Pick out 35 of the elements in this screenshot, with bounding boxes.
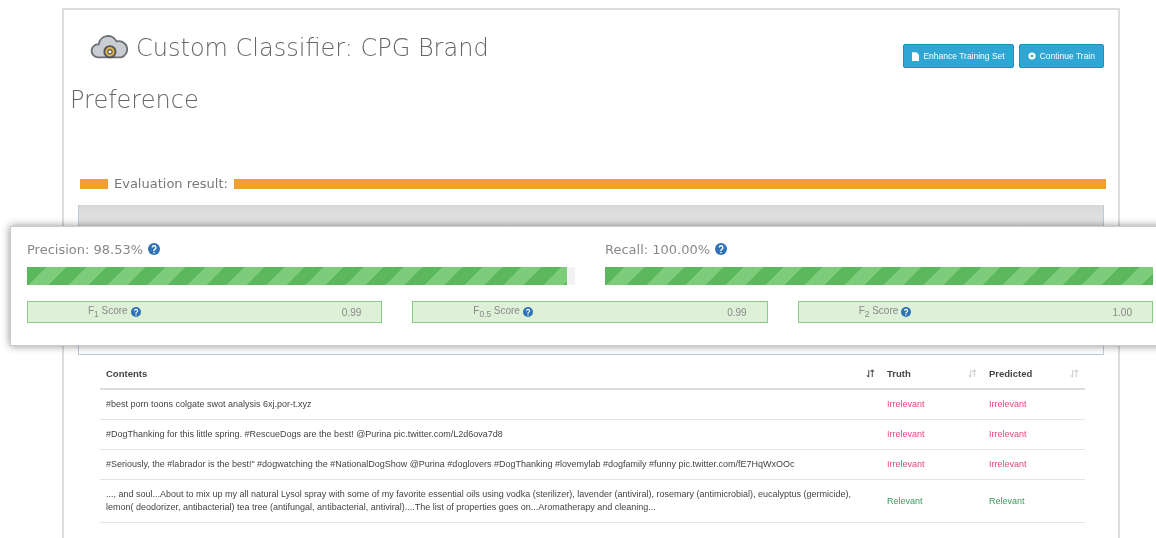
page-title: Custom Classifier: CPG Brand bbox=[136, 33, 489, 64]
score-value: 1.00 bbox=[1112, 306, 1132, 318]
table-cell: #best porn toons colgate swot analysis 6xj.por-t.xyz bbox=[106, 399, 312, 409]
page-title: Preference bbox=[70, 85, 200, 116]
table-cell: Irrelevant bbox=[887, 429, 925, 439]
table-cell: ..., and soul...About to mix up my all natural Lysol spray with some of my favorite essential oils using vodka (sterilizer), lavender (antiviral), rosemary (antimicrobial), eucalyptus (germicide), lemon( deodorizer, antibacterial) tea tree (antifungal, antibacterial, antiviral)....The list of properties goes on...Aromatherapy and cleaning... bbox=[106, 489, 851, 512]
column-header[interactable]: Contents bbox=[106, 368, 148, 379]
metric-label: Recall: 100.00% bbox=[605, 241, 711, 257]
help-icon[interactable] bbox=[130, 307, 141, 317]
score-label: F$_{0.5}$ Score bbox=[473, 305, 520, 319]
gear-icon bbox=[1027, 52, 1036, 60]
help-icon[interactable] bbox=[901, 307, 912, 317]
table-cell: Irrelevant bbox=[989, 399, 1027, 409]
score-value: 0.99 bbox=[727, 306, 747, 318]
score-label: F$_{1}$ Score bbox=[88, 305, 128, 319]
score-label: F$_{2}$ Score bbox=[858, 305, 899, 319]
score-value: 0.99 bbox=[341, 306, 362, 318]
column-header[interactable]: Predicted bbox=[989, 368, 1033, 379]
table-cell: Irrelevant bbox=[989, 429, 1027, 439]
table-cell: #Seriously, the #labrador is the best!" #dogwatching the #NationalDogShow @Purina #doglovers #DogThanking #lovemylab #dogfamily #funny pic.twitter.com/fE7HqWxOOc bbox=[106, 459, 795, 469]
table-cell: Irrelevant bbox=[989, 459, 1027, 469]
table-cell: Relevant bbox=[989, 495, 1025, 506]
table-cell: #DogThanking for this little spring. #RescueDogs are the best! @Purina pic.twitter.com/L2d6ova7d8 bbox=[106, 429, 503, 439]
section-bar bbox=[80, 178, 108, 189]
table-cell: Irrelevant bbox=[887, 399, 925, 409]
section-title: Evaluation result: bbox=[114, 176, 228, 191]
column-header[interactable]: Truth bbox=[887, 368, 911, 379]
help-icon[interactable] bbox=[715, 243, 728, 255]
sort-icon[interactable] bbox=[866, 369, 875, 378]
help-icon[interactable] bbox=[148, 243, 161, 255]
table-cell: Relevant bbox=[887, 495, 923, 506]
file-icon bbox=[912, 51, 920, 61]
metric-label: Precision: 98.53% bbox=[27, 241, 144, 257]
help-icon[interactable] bbox=[522, 307, 533, 317]
table-cell: Irrelevant bbox=[887, 459, 925, 469]
